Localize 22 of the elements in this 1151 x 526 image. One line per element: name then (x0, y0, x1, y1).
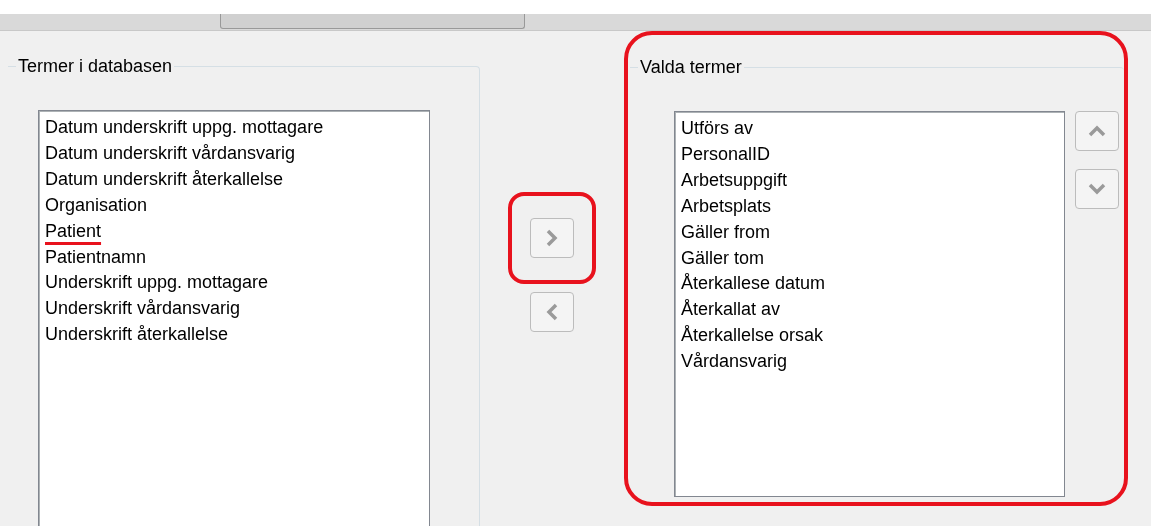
list-item[interactable]: Utförs av (681, 116, 1058, 142)
list-item[interactable]: Återkallelse orsak (681, 323, 1058, 350)
list-item[interactable]: Patient (45, 218, 423, 245)
list-item[interactable]: Vårdansvarig (681, 349, 1058, 376)
list-item[interactable]: Underskrift återkallelse (45, 322, 423, 349)
list-item[interactable]: Datum underskrift uppg. mottagare (45, 115, 423, 141)
list-item[interactable]: Gäller from (681, 219, 1058, 246)
list-item[interactable]: Organisation (45, 192, 423, 219)
list-item[interactable]: Underskrift uppg. mottagare (45, 270, 423, 297)
list-item[interactable]: Återkallat av (681, 297, 1058, 324)
list-item[interactable]: Återkallese datum (681, 271, 1058, 298)
list-box[interactable]: Utförs av PersonalID Arbetsuppgift Arbetsplats Gäller from Gäller tom Återkallese datum Återkallat av Återkallelse orsak Vårdansvarig (674, 111, 1065, 497)
list-item[interactable]: Arbetsplats (681, 193, 1058, 220)
list-item[interactable]: Datum underskrift återkallelse (45, 166, 423, 193)
list-item[interactable]: Gäller tom (681, 245, 1058, 272)
list-box[interactable] (38, 110, 430, 526)
tab[interactable] (220, 14, 525, 29)
list-item[interactable]: Underskrift vårdansvarig (45, 296, 423, 323)
list-item[interactable]: PersonalID (681, 141, 1058, 168)
list-item[interactable]: Arbetsuppgift (681, 167, 1058, 194)
list-item[interactable]: Patientnamn (45, 244, 423, 271)
list-item[interactable]: Datum underskrift vårdansvarig (45, 140, 423, 167)
